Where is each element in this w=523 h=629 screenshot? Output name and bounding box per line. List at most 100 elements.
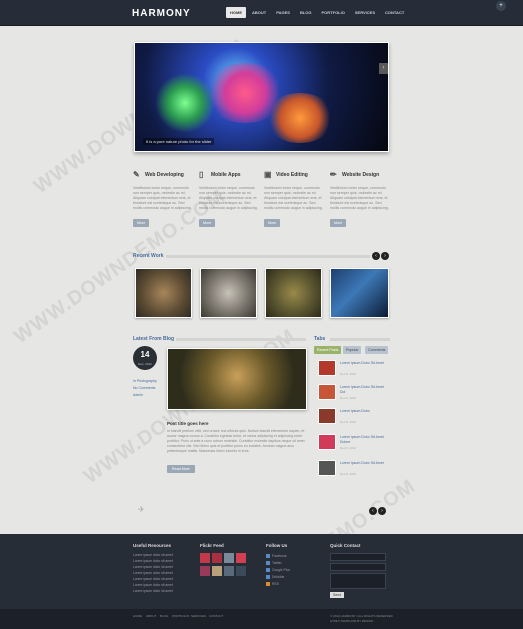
social-link-google-plus[interactable]: Google Plus	[266, 568, 290, 573]
nav-about[interactable]: ABOUT	[248, 7, 270, 18]
recent-work-next-button[interactable]: ›	[381, 252, 389, 260]
flickr-thumbnail[interactable]	[224, 553, 234, 563]
bottom-link-home[interactable]: HOME	[133, 614, 142, 618]
social-link-facebook[interactable]: Facebook	[266, 554, 286, 559]
social-label: Dribbble	[272, 575, 285, 579]
flickr-thumbnail[interactable]	[200, 566, 210, 576]
flickr-thumbnail[interactable]	[212, 566, 222, 576]
bird-icon: ✈	[138, 505, 145, 514]
tab-recent-posts[interactable]: Recent Posts	[314, 346, 342, 354]
contact-email-field[interactable]	[330, 563, 386, 571]
list-item[interactable]: Lorem Ipsum Dolor Sit Amet Dec 9, 2012	[318, 360, 388, 382]
service-website-design: ✏ Website Design Vestibulum tortor neque,…	[330, 170, 390, 229]
bottom-link-blog[interactable]: BLOG	[160, 614, 168, 618]
post-month: Dec, 2012	[138, 362, 152, 366]
contact-name-field[interactable]	[330, 553, 386, 561]
credit-text: HTML5 TEMPLATE BY DESIGN	[330, 619, 374, 623]
send-button[interactable]: Send	[330, 592, 345, 598]
post-image[interactable]	[167, 348, 307, 410]
bottom-link-about[interactable]: ABOUT	[146, 614, 156, 618]
footer-link[interactable]: Lorem ipsum dolor sit amet	[133, 565, 173, 569]
facebook-icon	[266, 554, 270, 559]
pager-prev-button[interactable]: ‹	[369, 507, 377, 515]
list-item-title: Lorem Ipsum Dolor	[340, 409, 370, 413]
list-item-title: Lorem Ipsum Dolor Sit Amet	[340, 461, 384, 465]
dribbble-icon	[266, 575, 270, 580]
social-label: RSS	[272, 582, 279, 586]
list-item[interactable]: Lorem Ipsum Dolor Sit Amet Dec 9, 2012	[318, 460, 388, 482]
footer-contact-heading: Quick Contact	[330, 543, 361, 548]
post-thumbnail	[318, 360, 336, 376]
list-item[interactable]: Lorem Ipsum Dolor Dec 9, 2012	[318, 408, 388, 430]
portfolio-thumbnail[interactable]	[330, 268, 389, 318]
flickr-thumbnail[interactable]	[236, 566, 246, 576]
bottom-link-services[interactable]: SERVICES	[191, 614, 206, 618]
post-thumbnail	[318, 460, 336, 476]
post-title[interactable]: Post title goes here	[167, 421, 209, 426]
flickr-thumbnail[interactable]	[212, 553, 222, 563]
footer-link[interactable]: Lorem ipsum dolor sit amet	[133, 571, 173, 575]
nav-portfolio[interactable]: PORTFOLIO	[318, 7, 349, 18]
plus-icon[interactable]: +	[496, 1, 506, 11]
social-link-rss[interactable]: RSS	[266, 582, 279, 587]
more-button[interactable]: More	[330, 219, 347, 227]
nav-contact[interactable]: CONTACT	[381, 7, 408, 18]
film-icon: ▣	[264, 170, 272, 179]
recent-work-prev-button[interactable]: ‹	[372, 252, 380, 260]
footer-link[interactable]: Lorem ipsum dolor sit amet	[133, 559, 173, 563]
service-video-editing: ▣ Video Editing Vestibulum tortor neque, …	[264, 170, 324, 229]
social-link-twitter[interactable]: Twitter	[266, 561, 282, 566]
post-thumbnail	[318, 408, 336, 424]
post-date-badge: 14 Dec, 2012	[133, 346, 157, 370]
site-footer	[0, 534, 523, 609]
contact-message-field[interactable]	[330, 573, 386, 589]
nav-pages[interactable]: PAGES	[272, 7, 294, 18]
list-item-date: Dec 9, 2012	[340, 420, 357, 424]
flickr-thumbnail[interactable]	[224, 566, 234, 576]
post-category-link[interactable]: In Photography	[133, 379, 157, 383]
list-item-date: Dec 9, 2012	[340, 372, 357, 376]
more-button[interactable]: More	[264, 219, 281, 227]
twitter-icon	[266, 561, 270, 566]
site-logo[interactable]: HARMONY	[132, 8, 191, 19]
list-item[interactable]: Lorem Ipsum Dolor Sit Amet Dolore Dec 9, …	[318, 434, 388, 456]
portfolio-thumbnail[interactable]	[135, 268, 192, 318]
tab-comments[interactable]: Comments	[365, 346, 389, 354]
pager-next-button[interactable]: ›	[378, 507, 386, 515]
more-button[interactable]: More	[199, 219, 216, 227]
flickr-thumbnail[interactable]	[236, 553, 246, 563]
read-more-button[interactable]: Read More	[167, 465, 195, 473]
list-item-title: Lorem Ipsum Dolor Sit Amet Dolore	[340, 435, 384, 444]
portfolio-thumbnail[interactable]	[265, 268, 322, 318]
tab-popular[interactable]: Popular	[343, 346, 362, 354]
nav-home[interactable]: HOME	[226, 7, 246, 18]
section-divider	[330, 338, 390, 341]
bottom-link-contact[interactable]: CONTACT	[209, 614, 223, 618]
portfolio-thumbnail[interactable]	[200, 268, 257, 318]
footer-link[interactable]: Lorem ipsum dolor sit amet	[133, 577, 173, 581]
post-excerpt: In blandit pretium velit, sed ornare orc…	[167, 429, 305, 453]
footer-link[interactable]: Lorem ipsum dolor sit amet	[133, 589, 173, 593]
footer-link[interactable]: Lorem ipsum dolor sit amet	[133, 583, 173, 587]
flickr-thumbnail[interactable]	[200, 553, 210, 563]
pencil-icon: ✏	[330, 170, 337, 179]
nav-blog[interactable]: BLOG	[296, 7, 316, 18]
list-item-date: Dec 9, 2012	[340, 446, 357, 450]
slider-next-button[interactable]: ›	[379, 63, 388, 74]
service-title: Video Editing	[276, 171, 308, 178]
nav-services[interactable]: SERVICES	[351, 7, 379, 18]
footer-link[interactable]: Lorem ipsum dolor sit amet	[133, 553, 173, 557]
list-item-date: Dec 9, 2012	[340, 472, 357, 476]
post-comments-link[interactable]: No Comments	[133, 386, 155, 390]
service-text: Vestibulum tortor neque, commodo non sem…	[264, 186, 323, 210]
list-item[interactable]: Lorem Ipsum Dolor Sit Amet Dol Dec 9, 201…	[318, 384, 388, 406]
more-button[interactable]: More	[133, 219, 150, 227]
slider-caption: It is a pure nature photo for the slider	[143, 138, 215, 145]
social-link-dribbble[interactable]: Dribbble	[266, 575, 285, 580]
post-author-link[interactable]: Admin	[133, 393, 143, 397]
tabs-heading: Tabs	[314, 336, 326, 342]
bottom-link-portfolio[interactable]: PORTFOLIO	[172, 614, 189, 618]
hero-slider[interactable]: It is a pure nature photo for the slider…	[134, 42, 389, 152]
social-label: Twitter	[272, 561, 282, 565]
main-nav: HOME ABOUT PAGES BLOG PORTFOLIO SERVICES…	[226, 7, 408, 18]
